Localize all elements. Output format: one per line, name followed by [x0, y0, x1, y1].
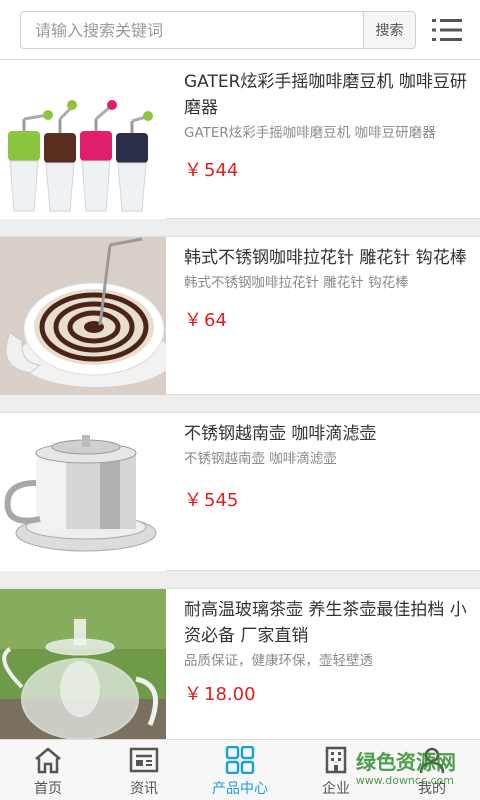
currency-symbol: ￥ [184, 684, 202, 705]
list-separator [0, 219, 480, 237]
product-title[interactable]: 韩式不锈钢咖啡拉花针 雕花针 钩花棒 [184, 245, 468, 271]
home-icon [35, 747, 61, 774]
product-desc: 韩式不锈钢咖啡拉花针 雕花针 钩花棒 [184, 275, 409, 291]
product-image-latte-art[interactable] [0, 237, 166, 395]
product-image-coffee-grinders[interactable] [0, 61, 166, 219]
nav-news-label: 资讯 [130, 781, 158, 797]
building-icon [325, 746, 347, 774]
watermark-logo: 绿色资源网 [356, 750, 456, 774]
product-price: ￥ 544 [184, 156, 468, 182]
price-value: 64 [204, 310, 227, 331]
search-button[interactable]: 搜索 [363, 12, 415, 48]
product-desc: 品质保证，健康环保，壶轻壁透 [184, 653, 373, 669]
news-icon [129, 747, 159, 773]
nav-home[interactable]: 首页 [0, 740, 96, 800]
product-info: 韩式不锈钢咖啡拉花针 雕花针 钩花棒 韩式不锈钢咖啡拉花针 雕花针 钩花棒 ￥ 6… [184, 245, 468, 332]
nav-news[interactable]: 资讯 [96, 740, 192, 800]
product-desc: 不锈钢越南壶 咖啡滴滤壶 [184, 451, 337, 467]
header: 搜索 [0, 0, 480, 60]
nav-products-label: 产品中心 [212, 781, 268, 797]
list-separator [0, 395, 480, 413]
search-bar: 搜索 [20, 11, 416, 49]
search-input[interactable] [21, 12, 363, 48]
product-title[interactable]: GATER炫彩手摇咖啡磨豆机 咖啡豆研磨器 [184, 69, 468, 121]
grid-icon [225, 746, 255, 774]
product-item[interactable]: GATER炫彩手摇咖啡磨豆机 咖啡豆研磨器 GATER炫彩手摇咖啡磨豆机 咖啡豆… [0, 61, 480, 219]
product-price: ￥ 545 [184, 486, 468, 512]
price-value: 544 [204, 160, 239, 181]
product-image-glass-teapot[interactable] [0, 589, 166, 747]
list-separator [0, 571, 480, 589]
currency-symbol: ￥ [184, 160, 202, 181]
menu-list-icon[interactable] [432, 17, 462, 43]
product-price: ￥ 64 [184, 306, 468, 332]
product-info: 耐高温玻璃茶壶 养生茶壶最佳拍档 小资必备 厂家直销 品质保证，健康环保，壶轻壁… [184, 597, 468, 706]
product-info: 不锈钢越南壶 咖啡滴滤壶 不锈钢越南壶 咖啡滴滤壶 ￥ 545 [184, 421, 468, 512]
product-info: GATER炫彩手摇咖啡磨豆机 咖啡豆研磨器 GATER炫彩手摇咖啡磨豆机 咖啡豆… [184, 69, 468, 182]
product-price: ￥ 18.00 [184, 680, 468, 706]
nav-home-label: 首页 [34, 781, 62, 797]
price-value: 18.00 [204, 684, 256, 705]
currency-symbol: ￥ [184, 310, 202, 331]
product-desc: GATER炫彩手摇咖啡磨豆机 咖啡豆研磨器 [184, 125, 436, 141]
currency-symbol: ￥ [184, 490, 202, 511]
nav-products[interactable]: 产品中心 [192, 740, 288, 800]
product-item[interactable]: 不锈钢越南壶 咖啡滴滤壶 不锈钢越南壶 咖啡滴滤壶 ￥ 545 [0, 413, 480, 571]
product-list: GATER炫彩手摇咖啡磨豆机 咖啡豆研磨器 GATER炫彩手摇咖啡磨豆机 咖啡豆… [0, 61, 480, 747]
product-item[interactable]: 韩式不锈钢咖啡拉花针 雕花针 钩花棒 韩式不锈钢咖啡拉花针 雕花针 钩花棒 ￥ 6… [0, 237, 480, 395]
product-title[interactable]: 耐高温玻璃茶壶 养生茶壶最佳拍档 小资必备 厂家直销 [184, 597, 468, 649]
product-image-vietnamese-drip-pot[interactable] [0, 413, 166, 571]
product-title[interactable]: 不锈钢越南壶 咖啡滴滤壶 [184, 421, 468, 447]
watermark-url: www.downcc.com [355, 774, 454, 787]
price-value: 545 [204, 490, 239, 511]
product-item[interactable]: 耐高温玻璃茶壶 养生茶壶最佳拍档 小资必备 厂家直销 品质保证，健康环保，壶轻壁… [0, 589, 480, 747]
